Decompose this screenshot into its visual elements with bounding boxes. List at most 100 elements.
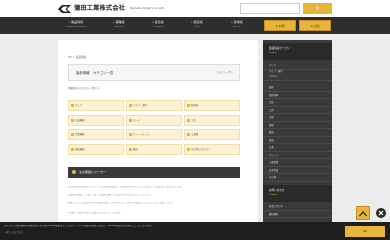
search-input[interactable] [240, 3, 300, 14]
category-item[interactable]: クリーンルーム [126, 129, 182, 140]
category-item[interactable]: 搬送 [126, 144, 182, 155]
category-label: 搬送 [133, 148, 138, 151]
bullet-square-icon [129, 104, 132, 107]
breadcrumb[interactable]: HP ＞ 製品情報 [68, 56, 86, 59]
logo-japanese-name: 蒲田工業株式会社 [74, 4, 126, 12]
sidebar-item[interactable]: 配管 [263, 84, 332, 92]
site-header: 蒲田工業株式会社 Kamata Industry Co.,Ltd. 検 [0, 0, 390, 17]
nav-item-products[interactable]: ▸製品情報 Product Information [55, 20, 97, 29]
sidebar-item[interactable]: 搬送 [263, 129, 332, 137]
category-label: その他のカテゴリ [191, 148, 211, 151]
nav-marker-icon: ▸ [113, 21, 115, 24]
category-label: 空調機器 [75, 133, 85, 136]
sidebar-item[interactable]: 空調 [263, 114, 332, 122]
site-logo[interactable]: 蒲田工業株式会社 Kamata Industry Co.,Ltd. [58, 3, 165, 14]
global-nav: ▸製品情報 Product Information ▸事業案 Business … [0, 17, 390, 34]
nav-label: 拠点案 [193, 20, 203, 24]
nav-sublabel: Product Information [65, 26, 87, 29]
category-item[interactable]: 空調機器 [68, 129, 124, 140]
sidebar-item[interactable]: 配管材料 [263, 92, 332, 99]
page-title-link[interactable]: カテゴリ一覧へ [216, 71, 233, 75]
sidebar-item-section: Section [263, 73, 332, 81]
bullet-square-icon [71, 119, 74, 122]
nav-sublabel: Company [153, 26, 163, 29]
nav-sublabel: Office [193, 26, 201, 29]
contact-button[interactable]: ✉ お問 [264, 20, 296, 31]
category-item[interactable]: その他のカテゴリ [184, 144, 240, 155]
bullet-square-icon [71, 104, 74, 107]
chevron-up-icon [359, 211, 367, 217]
category-label: 環境機器 [75, 148, 85, 151]
sidebar-item[interactable]: ろ過装置 [263, 159, 332, 167]
sidebar-item[interactable]: 安全用品 [263, 167, 332, 174]
sidebar-item[interactable]: 工具 [263, 107, 332, 114]
sidebar-item[interactable]: クリーン [263, 152, 332, 159]
nav-marker-icon: ▸ [68, 21, 71, 24]
close-button[interactable] [376, 208, 386, 218]
nav-sublabel: Business [114, 26, 124, 29]
nav-item-recruit[interactable]: ▸採用案 Recruit [216, 20, 258, 29]
sidebar-contact: お問い合わせ Contact お問い合わせ 資料請求 [263, 182, 332, 222]
category-item[interactable]: 計装機器 [68, 115, 124, 126]
bullet-square-icon [129, 133, 132, 136]
category-item[interactable]: ポンプ [68, 100, 124, 111]
cookie-banner: 当サイトではお客様の利便性向上のためCookieを使用しています。サイトの閲覧を… [0, 222, 390, 240]
category-label: ろ過機 [191, 133, 199, 136]
category-item[interactable]: 工具 [184, 115, 240, 126]
category-label: 工具 [191, 119, 196, 122]
nav-item-office[interactable]: ▸拠点案 Office [176, 20, 218, 29]
page-title: 製品情報 カテゴリ一覧 [76, 71, 114, 75]
sidebar-item[interactable]: 資料請求 [263, 211, 332, 218]
category-label: ポンプ [75, 104, 83, 107]
bullet-square-icon [129, 119, 132, 122]
category-item[interactable]: ろ過機 [184, 129, 240, 140]
bullet-square-icon [187, 133, 190, 136]
body-paragraph: ※ 価格・仕様は予告なく変更になる場合がございます。 [68, 212, 123, 214]
category-label: バルブ・継手 [133, 104, 148, 107]
page-top-button[interactable] [356, 206, 370, 220]
sidebar-item[interactable]: 計測 [263, 144, 332, 152]
category-item[interactable]: バルブ・継手 [126, 100, 182, 111]
category-item[interactable]: ホース [126, 115, 182, 126]
category-item[interactable]: 環境機器 [68, 144, 124, 155]
nav-label: 事業案 [115, 20, 125, 24]
category-label: クリーンルーム [133, 133, 150, 136]
bullet-square-icon [187, 119, 190, 122]
category-label: 配管材 [191, 104, 199, 107]
category-label: ホース [133, 119, 141, 122]
sidebar-item[interactable]: 計装 [263, 99, 332, 107]
nav-item-business[interactable]: ▸事業案 Business [98, 20, 140, 29]
sidebar-heading: 製品情報カテゴリ Search [263, 43, 332, 60]
search-button[interactable]: 検 [303, 3, 332, 14]
category-item[interactable]: 配管材 [184, 100, 240, 111]
sidebar-item[interactable]: 清掃 [263, 122, 332, 129]
nav-marker-icon: ▸ [191, 21, 193, 24]
logo-english-name: Kamata Industry Co.,Ltd. [130, 6, 165, 11]
cookie-ok-button[interactable]: OK [345, 226, 385, 237]
bullet-square-icon [187, 148, 190, 151]
sidebar-contact-heading: お問い合わせ Contact [263, 185, 332, 202]
inquiry-button-label: お問 [313, 24, 320, 28]
bullet-square-icon [129, 148, 132, 151]
section-heading-label: 主な取扱いメーカー [79, 170, 107, 174]
sidebar-heading-sublabel: Search [269, 51, 277, 54]
body-paragraph: 当社は国内外の優れたメーカーと代理店契約を結び、お客様の様々なニーズにお応えでき… [68, 186, 184, 188]
body-paragraph: 掲載されている製品以外にも多数取り扱っておりますので、お探しの製品がございました… [68, 202, 175, 204]
sidebar-item[interactable]: その他 [263, 174, 332, 182]
category-label: 計装機器 [75, 119, 85, 122]
inquiry-button[interactable]: ✉ お問 [299, 20, 331, 31]
circle-bullet-icon [72, 170, 76, 174]
nav-item-company[interactable]: ▸会社案 Company [137, 20, 179, 29]
nav-label: 採用案 [233, 20, 243, 24]
cookie-details-link[interactable]: » 詳しくはこちら [4, 231, 23, 235]
mail-icon: ✉ [310, 24, 313, 28]
nav-label: 会社案 [154, 20, 164, 24]
sidebar-item[interactable]: お問い合わせ [263, 203, 332, 211]
section-heading: 主な取扱いメーカー [68, 167, 240, 178]
sidebar-contact-heading-sublabel: Contact [269, 193, 278, 196]
main-content: HP ＞ 製品情報 製品情報 カテゴリ一覧 カテゴリ一覧へ 掲載製品のカテゴリ一… [58, 40, 258, 223]
nav-marker-icon: ▸ [152, 21, 154, 24]
body-paragraph: 各製品の詳細につきましては、お気軽に最寄りの営業所までお問い合わせください。 [68, 194, 152, 196]
sidebar-item[interactable]: 環境 [263, 137, 332, 144]
nav-sublabel: Recruit [233, 26, 241, 29]
